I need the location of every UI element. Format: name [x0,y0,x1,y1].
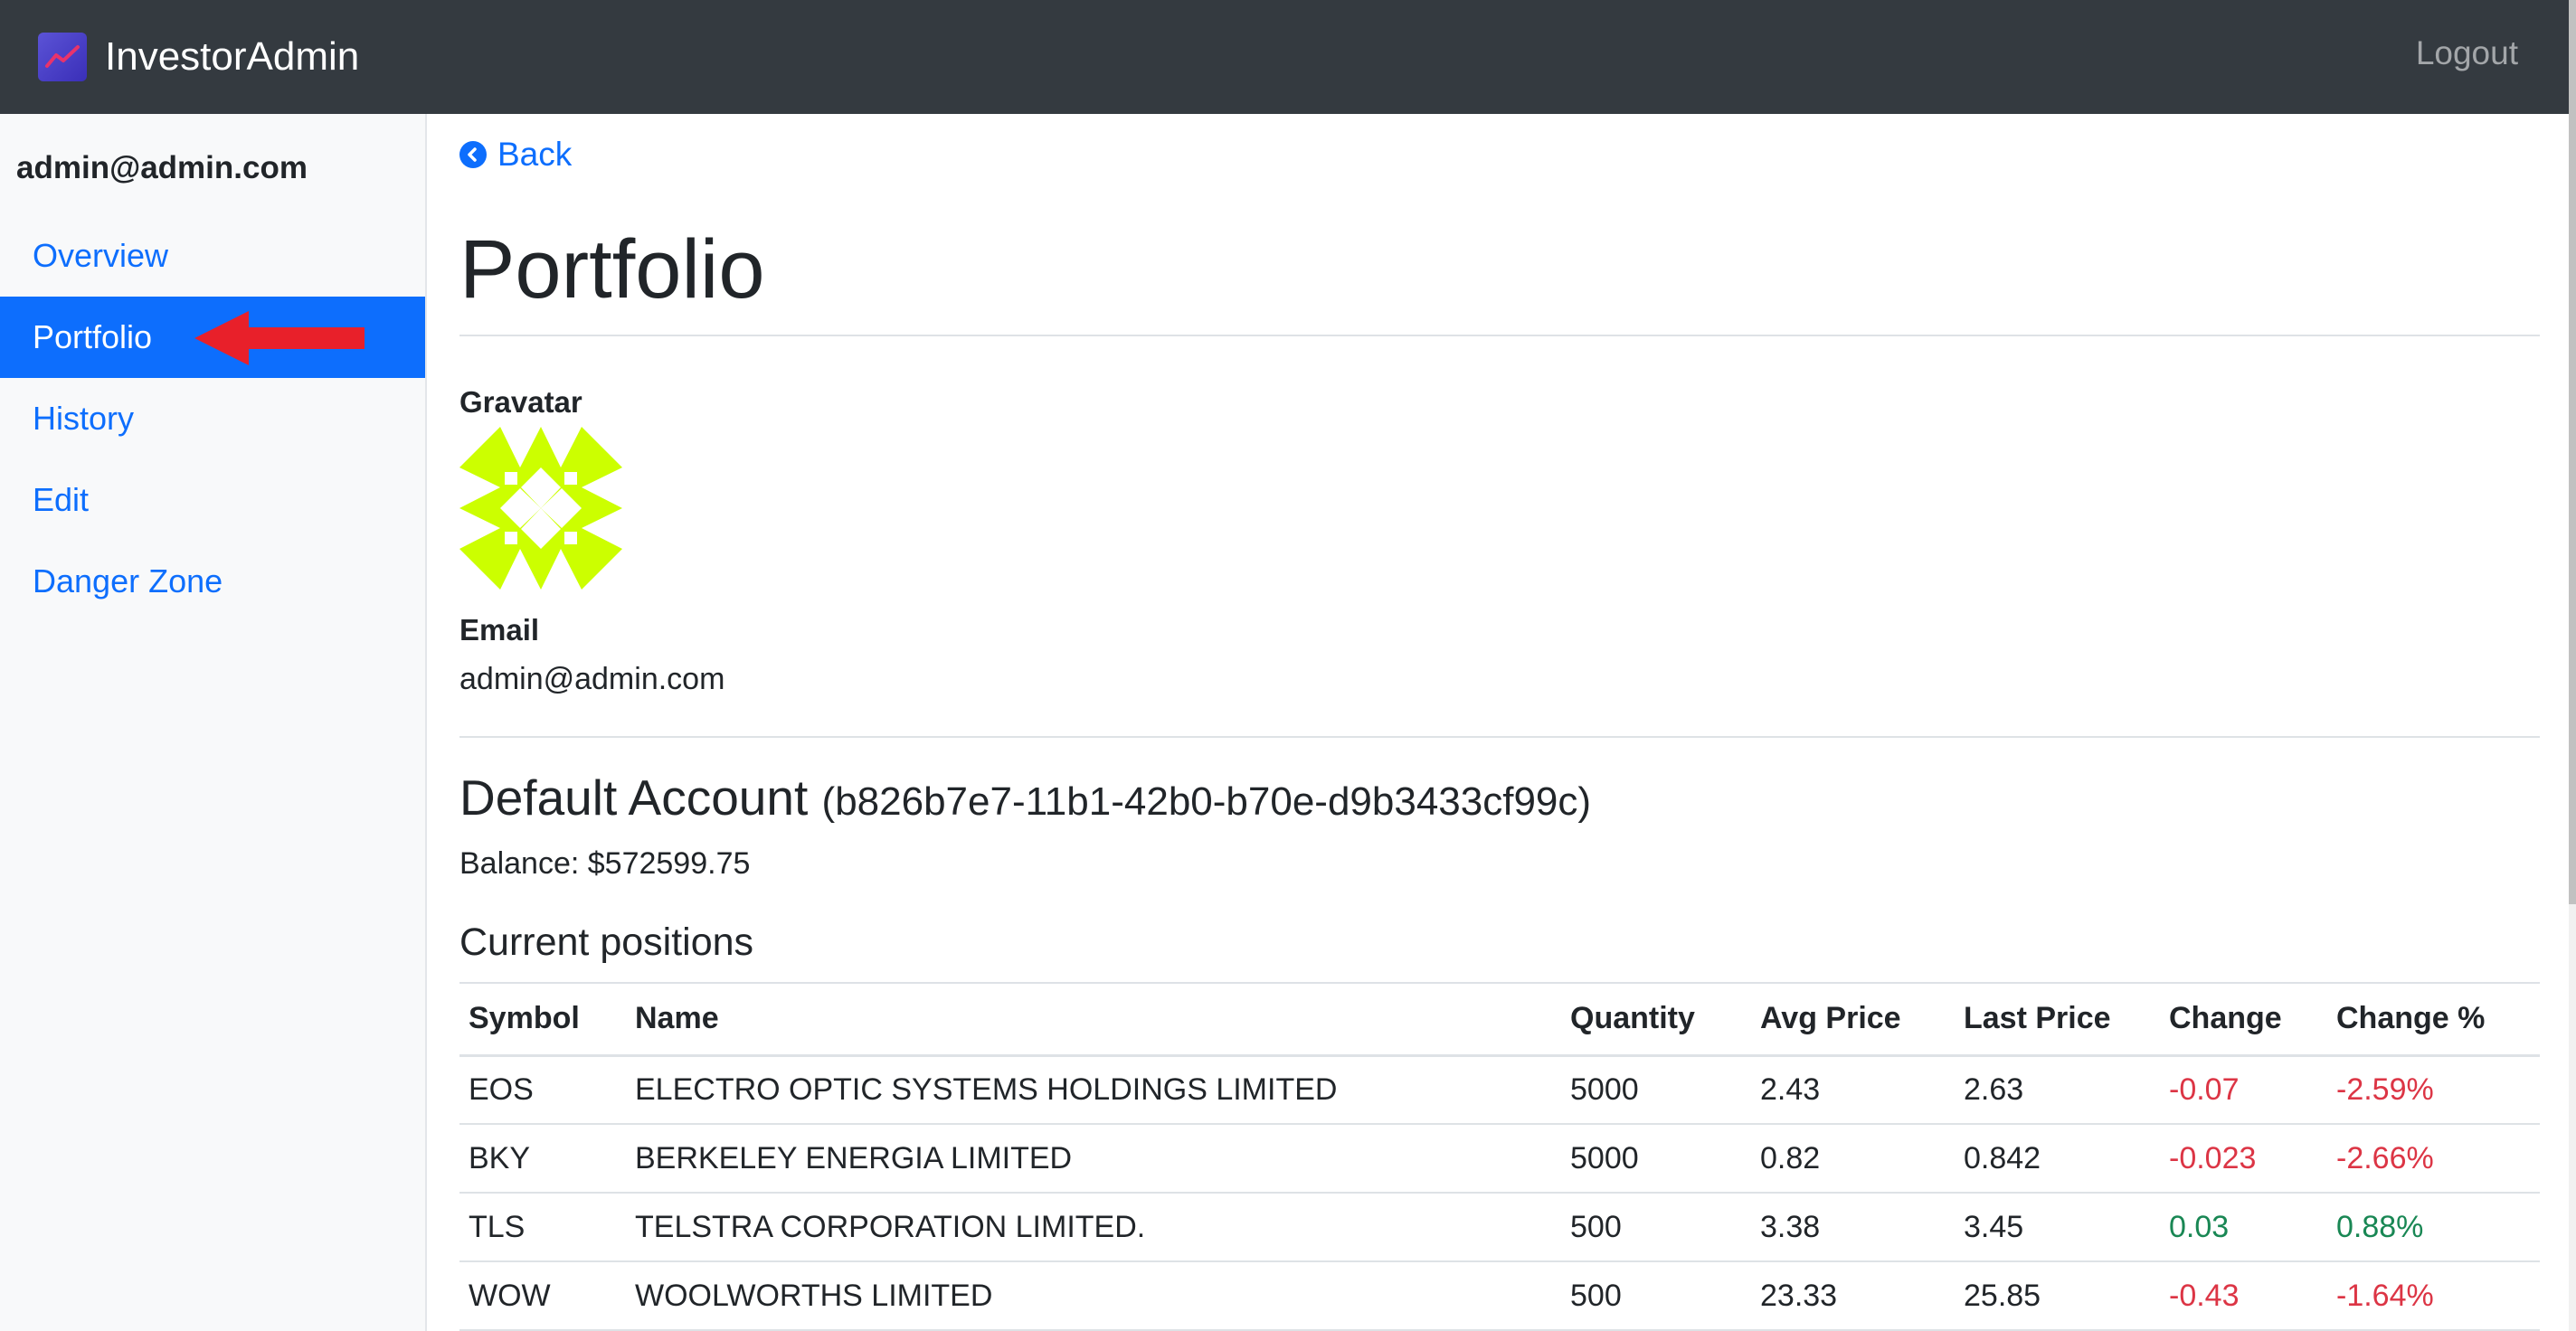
sidebar-item-portfolio[interactable]: Portfolio [0,297,425,378]
quantity-cell: 500 [1570,1209,1622,1244]
account-name: Default Account [459,769,809,826]
change-percent-cell: -1.64% [2336,1278,2434,1313]
brand[interactable]: InvestorAdmin [38,33,359,81]
positions-table: Symbol Name Quantity Avg Price Last Pric… [459,982,2540,1331]
avg-price-cell: 0.82 [1760,1140,1821,1175]
sidebar: admin@admin.com Overview Portfolio Histo… [0,114,427,1331]
brand-name: InvestorAdmin [105,34,360,79]
change-percent-cell: 0.88% [2336,1209,2424,1244]
table-row[interactable]: WOW WOOLWORTHS LIMITED 500 23.33 25.85 -… [459,1261,2540,1330]
top-navbar: InvestorAdmin Logout [0,0,2576,114]
symbol-cell: WOW [469,1278,551,1313]
column-header[interactable]: Quantity [1561,983,1751,1055]
positions-heading: Current positions [459,920,754,964]
column-header[interactable]: Symbol [459,983,626,1055]
last-price-cell: 2.63 [1964,1071,2024,1107]
quantity-cell: 5000 [1570,1140,1639,1175]
symbol-cell: EOS [469,1071,534,1107]
sidebar-item-label: Overview [33,237,169,274]
sidebar-item-history[interactable]: History [0,378,425,459]
column-header[interactable]: Name [626,983,1561,1055]
sidebar-nav: Overview Portfolio History Edit Danger Z… [0,215,425,622]
gravatar-label: Gravatar [459,385,582,419]
symbol-cell: BKY [469,1140,531,1175]
table-header-row: Symbol Name Quantity Avg Price Last Pric… [459,983,2540,1055]
quantity-cell: 5000 [1570,1071,1639,1107]
change-percent-cell: -2.59% [2336,1071,2434,1107]
table-row[interactable]: TLS TELSTRA CORPORATION LIMITED. 500 3.3… [459,1193,2540,1261]
sidebar-item-edit[interactable]: Edit [0,459,425,541]
email-value: admin@admin.com [459,662,725,696]
quantity-cell: 500 [1570,1278,1622,1313]
change-cell: -0.023 [2169,1140,2257,1175]
sidebar-user-email: admin@admin.com [16,150,308,185]
avg-price-cell: 23.33 [1760,1278,1838,1313]
email-label: Email [459,613,540,647]
scrollbar-thumb[interactable] [2569,0,2576,904]
name-cell: BERKELEY ENERGIA LIMITED [635,1140,1073,1175]
table-row[interactable]: EOS ELECTRO OPTIC SYSTEMS HOLDINGS LIMIT… [459,1055,2540,1124]
divider [459,736,2540,738]
last-price-cell: 3.45 [1964,1209,2024,1244]
logout-link[interactable]: Logout [2416,34,2518,72]
name-cell: ELECTRO OPTIC SYSTEMS HOLDINGS LIMITED [635,1071,1338,1107]
back-label: Back [497,136,573,173]
change-cell: -0.07 [2169,1071,2240,1107]
sidebar-item-overview[interactable]: Overview [0,215,425,297]
column-header[interactable]: Avg Price [1751,983,1955,1055]
account-balance: Balance: $572599.75 [459,846,751,881]
red-arrow-annotation-icon [194,311,365,365]
column-header[interactable]: Last Price [1955,983,2160,1055]
divider [459,335,2540,336]
chevron-left-circle-icon [459,141,487,168]
last-price-cell: 25.85 [1964,1278,2041,1313]
sidebar-item-label: Edit [33,481,90,518]
name-cell: TELSTRA CORPORATION LIMITED. [635,1209,1146,1244]
sidebar-item-label: Danger Zone [33,562,223,599]
sidebar-item-label: History [33,400,135,437]
chart-trend-icon [38,33,87,81]
account-heading: Default Account (b826b7e7-11b1-42b0-b70e… [459,769,1592,826]
sidebar-item-label: Portfolio [33,318,153,355]
change-percent-cell: -2.66% [2336,1140,2434,1175]
change-cell: 0.03 [2169,1209,2230,1244]
name-cell: WOOLWORTHS LIMITED [635,1278,993,1313]
avg-price-cell: 2.43 [1760,1071,1821,1107]
last-price-cell: 0.842 [1964,1140,2041,1175]
column-header[interactable]: Change % [2327,983,2540,1055]
column-header[interactable]: Change [2160,983,2327,1055]
change-cell: -0.43 [2169,1278,2240,1313]
page-title: Portfolio [459,223,765,316]
back-link[interactable]: Back [459,136,572,174]
gravatar-image [459,427,622,590]
table-row[interactable]: BKY BERKELEY ENERGIA LIMITED 5000 0.82 0… [459,1124,2540,1193]
sidebar-item-danger-zone[interactable]: Danger Zone [0,541,425,622]
account-id: b826b7e7-11b1-42b0-b70e-d9b3433cf99c [835,779,1578,824]
symbol-cell: TLS [469,1209,526,1244]
avg-price-cell: 3.38 [1760,1209,1821,1244]
